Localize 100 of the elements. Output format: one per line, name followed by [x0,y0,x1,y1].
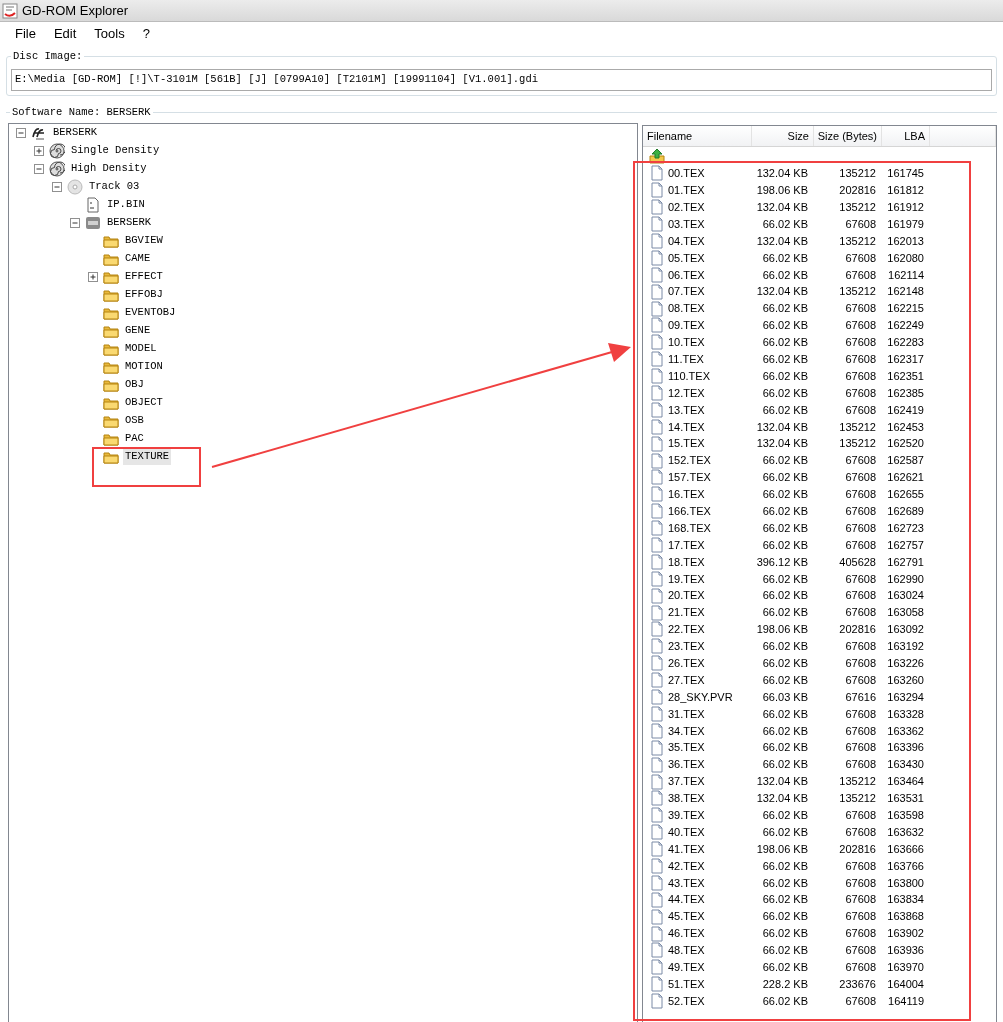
table-cell-text: 163226 [886,656,925,671]
table-cell-text: 10.TEX [668,335,705,351]
table-cell-text: 162990 [886,571,925,587]
table-cell-text: 01.TEX [668,183,705,199]
table-cell-text: 67608 [844,520,877,536]
table-cell-text: 66.02 KB [761,504,809,519]
tree-item[interactable]: EFFECT [123,269,165,285]
table-cell-text: 163598 [886,808,925,824]
table-cell-text: 157.TEX [668,470,711,486]
tree-item[interactable]: MOTION [123,359,165,375]
table-cell-text: 38.TEX [668,791,705,807]
table-cell-text: 26.TEX [668,656,705,671]
file-icon [649,976,665,993]
table-cell-text: 49.TEX [668,960,705,976]
menu-item[interactable]: ? [133,24,159,44]
tree-item[interactable]: OBJ [123,377,146,393]
tree-item[interactable]: MODEL [123,341,159,357]
expand-toggle[interactable] [87,271,99,283]
collapse-toggle[interactable] [69,217,81,229]
file-icon [649,790,665,807]
column-header[interactable]: Filename [643,126,752,146]
menu-item[interactable]: Edit [44,24,86,44]
file-icon [649,756,665,773]
table-cell-text: 21.TEX [668,605,705,621]
file-icon [649,942,665,959]
file-icon [649,908,665,925]
table-cell-text: 66.02 KB [761,537,809,553]
table-cell-text: 202816 [838,183,877,199]
table-cell-text: 28_SKY.PVR [668,689,733,705]
table-cell-text: 198.06 KB [755,183,809,199]
table-cell-text: 163396 [886,740,925,756]
folder-icon [103,233,119,249]
table-cell-text: 135212 [838,436,877,452]
file-icon [649,469,665,486]
collapse-toggle[interactable] [51,181,63,193]
table-cell-text: 162621 [886,470,925,486]
tree-item[interactable]: BERSERK [105,215,154,231]
table-cell-text: 67608 [844,757,877,773]
group-label: Disc Image: [11,49,85,63]
table-cell-text: 39.TEX [668,808,705,824]
tree-item[interactable]: IP.BIN [105,197,147,213]
tree-item[interactable]: OSB [123,413,146,429]
table-cell-text: 163834 [886,892,925,908]
expand-toggle[interactable] [33,145,45,157]
table-cell-text: 162317 [886,352,925,367]
table-cell-text: 132.04 KB [755,166,809,182]
menu-item[interactable]: Tools [85,24,134,44]
table-cell-text: 67608 [844,993,877,1009]
column-header[interactable]: Size [752,126,814,146]
table-cell-text: 67608 [844,605,877,621]
file-icon [649,993,665,1010]
tree-item[interactable]: EFFOBJ [123,287,165,303]
tree-item[interactable]: TEXTURE [123,449,172,465]
file-icon [649,368,665,385]
tree-item[interactable]: High Density [69,161,149,177]
menu-item[interactable]: File [6,24,45,44]
tree-item[interactable]: GENE [123,323,153,339]
tree-item[interactable]: PAC [123,431,146,447]
table-cell-text: 66.02 KB [761,740,809,756]
column-header[interactable]: Size (Bytes) [814,126,882,146]
table-cell-text: 06.TEX [668,267,705,283]
table-cell-text: 135212 [838,199,877,215]
collapse-toggle[interactable] [15,127,27,139]
disc-image-field[interactable]: E:\Media [GD-ROM] [!]\T-3101M [561B] [J] [0799A10] [T2101M] [19991104] [V1.001].gdi [11,69,992,91]
file-icon [649,334,665,351]
table-cell-text: 202816 [838,841,877,857]
tree-item[interactable]: BERSERK [51,125,100,141]
file-icon [649,266,665,283]
table-cell-text: 67608 [844,267,877,283]
table-cell-text: 162385 [886,385,925,401]
table-cell-text: 132.04 KB [755,199,809,215]
tree-item[interactable]: Single Density [69,143,162,159]
table-cell-text: 22.TEX [668,622,705,638]
tree-item[interactable]: CAME [123,251,153,267]
table-cell-text: 67608 [844,385,877,401]
file-icon [649,249,665,266]
table-cell-text: 162114 [887,267,925,283]
table-cell-text: 34.TEX [668,723,705,739]
file-icon [649,553,665,570]
tree-item[interactable]: Track 03 [87,179,142,195]
collapse-toggle[interactable] [33,163,45,175]
table-cell-text: 36.TEX [668,757,705,773]
table-cell-text: 162351 [886,368,925,384]
file-icon [649,385,665,401]
column-header[interactable]: LBA [882,126,930,146]
file-icon [649,520,665,537]
table-cell-text: 67608 [844,470,877,486]
tree-item[interactable]: EVENTOBJ [123,305,178,321]
table-cell-text: 163902 [886,926,925,942]
table-cell-text: 67608 [844,250,877,266]
table-cell-text: 11.TEX [668,352,704,367]
file-icon [649,824,665,841]
file-icon [649,283,665,300]
table-cell-text: 66.02 KB [761,335,809,351]
file-icon [649,891,665,908]
table-cell-text: 37.TEX [668,774,705,790]
table-cell-text: 03.TEX [668,216,705,232]
tree-item[interactable]: OBJECT [123,395,165,411]
table-cell-text: 66.02 KB [761,402,809,418]
tree-item[interactable]: BGVIEW [123,233,165,249]
